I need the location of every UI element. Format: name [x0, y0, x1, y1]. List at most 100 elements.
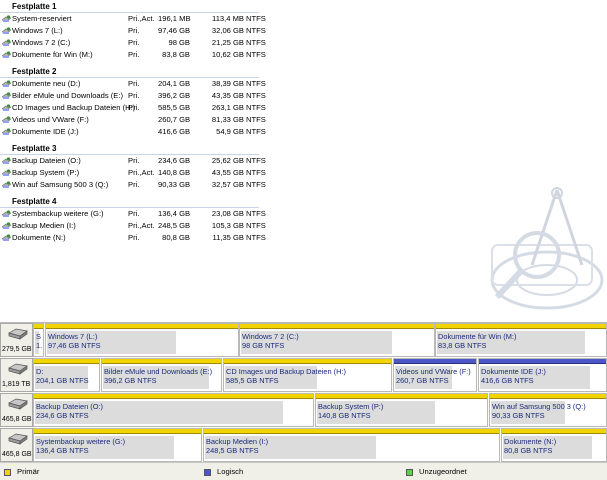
volume-type: Pri.	[128, 156, 140, 165]
partition-block[interactable]: Dokumente (N:) 80,8 GB NTFS	[501, 428, 607, 462]
volume-capacity: 260,7 GB	[158, 115, 191, 124]
disk-info[interactable]: 465,8 GB	[0, 428, 33, 462]
legend-unallocated: Unzugeordnet	[406, 467, 467, 476]
partition-block[interactable]: Win auf Samsung 500 3 (Q:) 90,33 GB NTFS	[489, 393, 607, 427]
primary-swatch-icon	[4, 468, 11, 476]
volume-icon	[1, 222, 12, 230]
volume-row[interactable]: Videos und VWare (F:) 260,7 GB 81,33 GB NTF…	[0, 114, 607, 126]
volume-name: Dokumente neu (D:)	[12, 79, 81, 88]
volume-free: 81,33 GB	[211, 115, 244, 124]
volume-free: 43,35 GB	[211, 91, 244, 100]
volume-icon	[1, 92, 12, 100]
volume-capacity: 416,6 GB	[158, 127, 191, 136]
disk-group: Festplatte 1 System-reserviert Pri.,Act. 19…	[0, 0, 607, 61]
disk-size: 465,8 GB	[2, 451, 32, 458]
partition-block[interactable]: CD Images und Backup Dateien (H:) 585,5 G…	[223, 358, 392, 392]
volume-free: 263,1 GB	[211, 103, 244, 112]
volume-row[interactable]: CD Images und Backup Dateien (H:) Pri. 585…	[0, 102, 607, 114]
partition-type-bar	[436, 324, 606, 329]
volume-capacity: 140,8 GB	[158, 168, 191, 177]
partition-type-bar	[102, 359, 221, 364]
partition-size: 585,5 GB NTFS	[226, 376, 279, 385]
partition-label: Backup System (P:)	[318, 402, 384, 411]
volume-capacity: 585,5 GB	[158, 103, 191, 112]
volume-capacity: 80,8 GB	[162, 233, 190, 242]
disk-info[interactable]: 1,819 TB	[0, 358, 33, 392]
partition-block[interactable]: Dokumente IDE (J:) 416,6 GB NTFS	[478, 358, 607, 392]
disk-info[interactable]: 279,5 GB	[0, 323, 33, 357]
volume-row[interactable]: Windows 7 (L:) Pri. 97,46 GB 32,06 GB NTFS	[0, 25, 607, 37]
legend-primary: Primär	[4, 467, 39, 476]
logical-swatch-icon	[204, 468, 211, 476]
partition-block[interactable]: Windows 7 2 (C:) 98 GB NTFS	[239, 323, 435, 357]
volume-list: Festplatte 1 System-reserviert Pri.,Act. 19…	[0, 0, 607, 322]
partition-block[interactable]: Backup System (P:) 140,8 GB NTFS	[315, 393, 488, 427]
volume-row[interactable]: System-reserviert Pri.,Act. 196,1 MB 113,4 …	[0, 13, 607, 25]
disk-group: Festplatte 3 Backup Dateien (O:) Pri. 234,6…	[0, 142, 607, 191]
volume-type: Pri.	[128, 38, 140, 47]
disk-group-title: Festplatte 4	[0, 195, 259, 208]
partition-type-bar	[224, 359, 391, 364]
partition-size: 83,8 GB NTFS	[438, 341, 487, 350]
partition-block[interactable]: Backup Dateien (O:) 234,6 GB NTFS	[33, 393, 314, 427]
partition-block[interactable]: D: 204,1 GB NTFS	[33, 358, 100, 392]
volume-row[interactable]: Backup System (P:) Pri.,Act. 140,8 GB 43,55…	[0, 167, 607, 179]
volume-row[interactable]: Dokumente für Win (M:) Pri. 83,8 GB 10,62 G…	[0, 49, 607, 61]
volume-row[interactable]: Windows 7 2 (C:) Pri. 98 GB 21,25 GB NTFS	[0, 37, 607, 49]
partition-block[interactable]: S 1.	[33, 323, 44, 357]
partition-block[interactable]: Systembackup weitere (G:) 136,4 GB NTFS	[33, 428, 202, 462]
partition-label: S	[36, 332, 41, 341]
disk-group-title: Festplatte 3	[0, 142, 259, 155]
partition-label: Backup Medien (I:)	[206, 437, 269, 446]
partition-size: 97,46 GB NTFS	[48, 341, 101, 350]
partition-size: 396,2 GB NTFS	[104, 376, 157, 385]
volume-capacity: 204,1 GB	[158, 79, 191, 88]
volume-name: Windows 7 2 (C:)	[12, 38, 71, 47]
volume-row[interactable]: Backup Dateien (O:) Pri. 234,6 GB 25,62 GB N…	[0, 155, 607, 167]
volume-filesystem: NTFS	[246, 91, 266, 100]
volume-name: Backup System (P:)	[12, 168, 80, 177]
volume-icon	[1, 116, 12, 124]
partition-size: 80,8 GB NTFS	[504, 446, 553, 455]
volume-free: 23,08 GB	[211, 209, 244, 218]
volume-icon	[1, 80, 12, 88]
volume-icon	[1, 51, 12, 59]
partition-label: Systembackup weitere (G:)	[36, 437, 126, 446]
partition-type-bar	[479, 359, 606, 364]
volume-type: Pri.	[128, 91, 140, 100]
disk-info[interactable]: 465,8 GB	[0, 393, 33, 427]
volume-row[interactable]: Dokumente neu (D:) Pri. 204,1 GB 38,39 GB NT…	[0, 78, 607, 90]
legend: Primär Logisch Unzugeordnet	[0, 462, 607, 480]
partition-label: Dokumente für Win (M:)	[438, 332, 517, 341]
volume-free: 113,4 MB	[212, 14, 244, 23]
partition-type-bar	[46, 324, 238, 329]
partition-label: Windows 7 (L:)	[48, 332, 98, 341]
disk-group-title: Festplatte 1	[0, 0, 259, 13]
partition-label: D:	[36, 367, 44, 376]
volume-name: CD Images und Backup Dateien (H:)	[12, 103, 136, 112]
partition-block[interactable]: Videos und VWare (F:) 260,7 GB NTFS	[393, 358, 477, 392]
partition-type-bar	[204, 429, 499, 434]
partition-block[interactable]: Backup Medien (I:) 248,5 GB NTFS	[203, 428, 500, 462]
partition-label: Win auf Samsung 500 3 (Q:)	[492, 402, 586, 411]
volume-type: Pri.,Act.	[128, 14, 155, 23]
partition-block[interactable]: Windows 7 (L:) 97,46 GB NTFS	[45, 323, 239, 357]
volume-filesystem: NTFS	[246, 221, 266, 230]
volume-icon	[1, 128, 12, 136]
volume-name: System-reserviert	[12, 14, 72, 23]
partition-size: 416,6 GB NTFS	[481, 376, 534, 385]
partition-block[interactable]: Bilder eMule und Downloads (E:) 396,2 GB …	[101, 358, 222, 392]
volume-filesystem: NTFS	[246, 115, 266, 124]
volume-name: Bilder eMule und Downloads (E:)	[12, 91, 124, 100]
disk-size: 465,8 GB	[2, 416, 32, 423]
partition-size: 204,1 GB NTFS	[36, 376, 89, 385]
volume-capacity: 396,2 GB	[158, 91, 191, 100]
partition-size: 234,6 GB NTFS	[36, 411, 89, 420]
volume-capacity: 136,4 GB	[158, 209, 191, 218]
volume-free: 105,3 GB	[211, 221, 244, 230]
volume-row[interactable]: Dokumente IDE (J:) 416,6 GB 54,9 GB NTFS	[0, 126, 607, 138]
partition-type-bar	[240, 324, 434, 329]
volume-row[interactable]: Bilder eMule und Downloads (E:) Pri. 396,2…	[0, 90, 607, 102]
partition-label: Videos und VWare (F:)	[396, 367, 471, 376]
partition-block[interactable]: Dokumente für Win (M:) 83,8 GB NTFS	[435, 323, 607, 357]
